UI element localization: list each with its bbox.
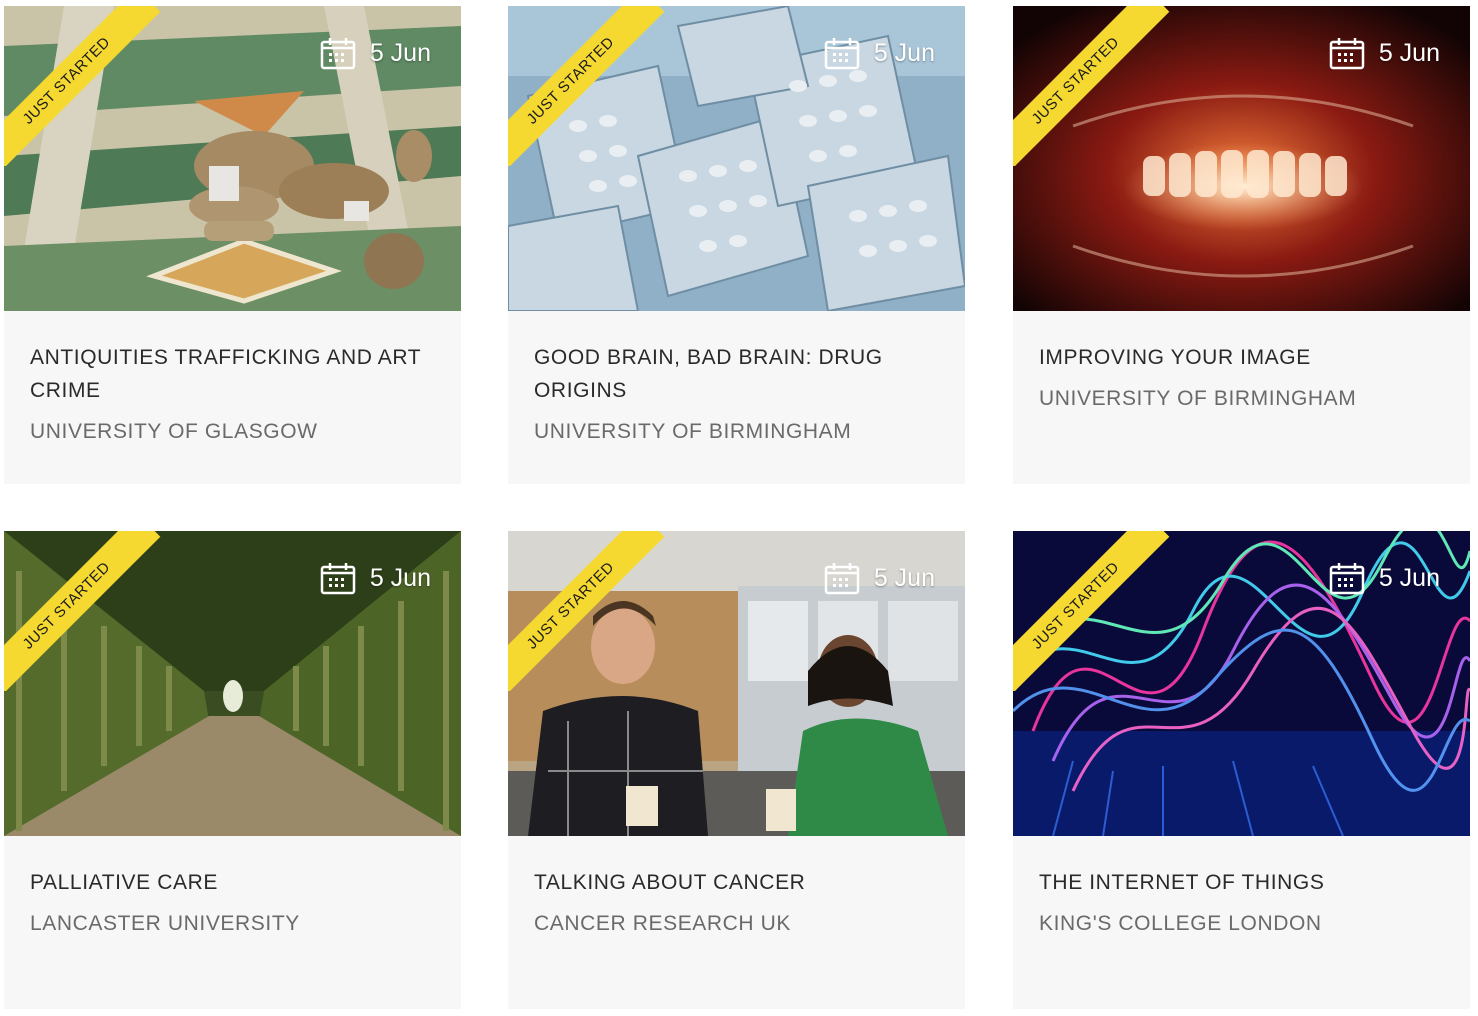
date-label: 5 Jun [1378,38,1440,67]
course-image[interactable]: JUST STARTED 5 Jun [508,531,965,836]
course-title[interactable]: GOOD BRAIN, BAD BRAIN: DRUG ORIGINS [534,341,939,407]
date-label: 5 Jun [1378,563,1440,592]
calendar-icon [320,563,356,595]
course-image[interactable]: JUST STARTED 5 Jun [4,6,461,311]
course-image[interactable]: JUST STARTED 5 Jun [1013,6,1470,311]
calendar-icon [824,563,860,595]
date-label: 5 Jun [873,563,935,592]
course-card-drug-origins[interactable]: JUST STARTED 5 Jun GOOD BRAIN, BAD BRAIN… [508,6,965,484]
calendar-icon [1329,563,1365,595]
course-organisation[interactable]: UNIVERSITY OF GLASGOW [30,417,435,447]
course-card-internet-of-things[interactable]: JUST STARTED 5 Jun THE INTERNET OF THING… [1013,531,1470,1009]
course-card-palliative-care[interactable]: JUST STARTED 5 Jun PALLIATIVE CARE LANCA… [4,531,461,1009]
course-image[interactable]: JUST STARTED 5 Jun [1013,531,1470,836]
course-image[interactable]: JUST STARTED 5 Jun [4,531,461,836]
course-organisation[interactable]: UNIVERSITY OF BIRMINGHAM [534,417,939,447]
course-card-improving-image[interactable]: JUST STARTED 5 Jun IMPROVING YOUR IMAGE … [1013,6,1470,484]
course-organisation[interactable]: KING'S COLLEGE LONDON [1039,909,1444,939]
calendar-icon [320,38,356,70]
course-title[interactable]: IMPROVING YOUR IMAGE [1039,341,1444,374]
start-date: 5 Jun [320,36,431,70]
course-title[interactable]: THE INTERNET OF THINGS [1039,866,1444,899]
date-label: 5 Jun [369,38,431,67]
course-title[interactable]: TALKING ABOUT CANCER [534,866,939,899]
course-organisation[interactable]: UNIVERSITY OF BIRMINGHAM [1039,384,1444,414]
date-label: 5 Jun [873,38,935,67]
course-organisation[interactable]: CANCER RESEARCH UK [534,909,939,939]
start-date: 5 Jun [320,561,431,595]
start-date: 5 Jun [824,36,935,70]
calendar-icon [824,38,860,70]
date-label: 5 Jun [369,563,431,592]
course-title[interactable]: ANTIQUITIES TRAFFICKING AND ART CRIME [30,341,435,407]
start-date: 5 Jun [1329,36,1440,70]
course-title[interactable]: PALLIATIVE CARE [30,866,435,899]
course-organisation[interactable]: LANCASTER UNIVERSITY [30,909,435,939]
course-card-antiquities[interactable]: JUST STARTED 5 Jun ANTIQUITIES TRAFFICKI… [4,6,461,484]
course-image[interactable]: JUST STARTED 5 Jun [508,6,965,311]
course-card-talking-cancer[interactable]: JUST STARTED 5 Jun TALKING ABOUT CANCER … [508,531,965,1009]
calendar-icon [1329,38,1365,70]
start-date: 5 Jun [824,561,935,595]
start-date: 5 Jun [1329,561,1440,595]
